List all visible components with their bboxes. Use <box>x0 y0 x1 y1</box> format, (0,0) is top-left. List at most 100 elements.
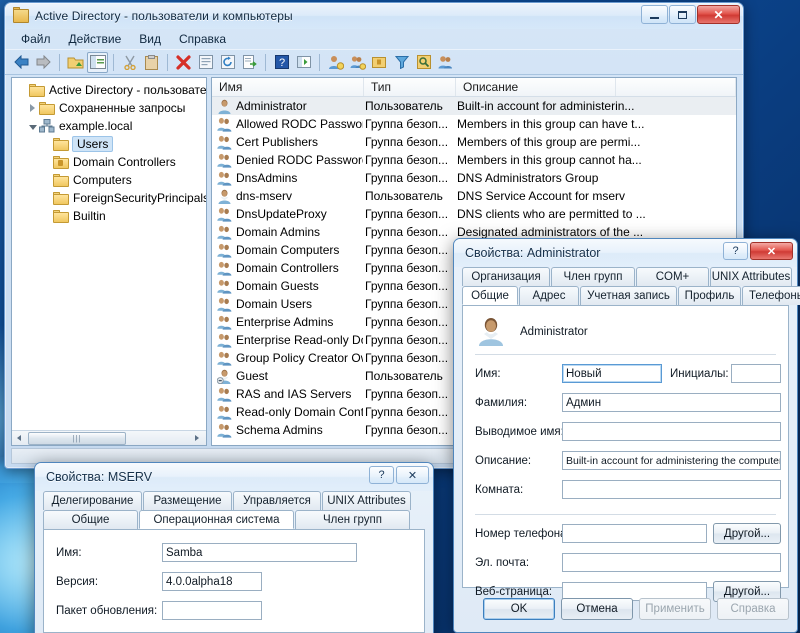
delete-icon[interactable] <box>173 52 194 73</box>
group-icon <box>217 405 232 420</box>
table-row[interactable]: Administrator Пользователь Built-in accoun… <box>212 97 736 115</box>
tree-item-foreignsecurityprincipals[interactable]: ForeignSecurityPrincipals <box>12 189 206 207</box>
tree-item-domain-controllers[interactable]: Domain Controllers <box>12 153 206 171</box>
tab-address[interactable]: Адрес <box>519 286 579 305</box>
show-hide-tree-icon[interactable] <box>87 51 108 73</box>
close-button[interactable]: ✕ <box>697 5 740 24</box>
table-row[interactable]: dns-mserv Пользователь DNS Service Account… <box>212 187 736 205</box>
tree-item-example-local[interactable]: example.local <box>12 117 206 135</box>
help-icon[interactable]: ? <box>271 52 292 73</box>
new-user-icon[interactable] <box>325 52 346 73</box>
tree-horizontal-scrollbar[interactable]: ||| <box>12 430 206 445</box>
tab-delegation[interactable]: Делегирование <box>43 491 142 510</box>
tab-operating-system[interactable]: Операционная система <box>139 510 294 529</box>
tab-location[interactable]: Размещение <box>143 491 232 510</box>
filter-icon[interactable] <box>391 52 412 73</box>
export-list-icon[interactable] <box>239 52 260 73</box>
office-input[interactable] <box>562 480 781 499</box>
column-header-name[interactable]: Имя <box>212 78 364 96</box>
group-icon <box>217 279 232 294</box>
cell-description: DNS clients who are permitted to ... <box>457 207 646 221</box>
paste-icon[interactable] <box>141 52 162 73</box>
group-icon <box>217 153 232 168</box>
scroll-left-icon[interactable] <box>12 432 26 445</box>
tab-managed-by[interactable]: Управляется <box>233 491 321 510</box>
menu-view[interactable]: Вид <box>130 30 170 48</box>
tab-profile[interactable]: Профиль <box>678 286 741 305</box>
dialog-close-button[interactable]: ✕ <box>750 242 793 260</box>
apply-button[interactable]: Применить <box>639 598 711 620</box>
properties-icon[interactable] <box>195 52 216 73</box>
tree-item-computers[interactable]: Computers <box>12 171 206 189</box>
os-name-input[interactable]: Samba <box>162 543 357 562</box>
chevron-down-icon[interactable] <box>26 123 39 130</box>
tab-general[interactable]: Общие <box>462 286 518 305</box>
account-display-name: Administrator <box>520 326 588 338</box>
up-folder-icon[interactable] <box>65 52 86 73</box>
window-folder-icon <box>13 7 29 23</box>
console-icon[interactable] <box>293 52 314 73</box>
initials-input[interactable] <box>731 364 781 383</box>
menu-help[interactable]: Справка <box>170 30 235 48</box>
tree-item-builtin[interactable]: Builtin <box>12 207 206 225</box>
tree-pane: Active Directory - пользователи и комп С… <box>11 77 207 446</box>
minimize-button[interactable] <box>641 5 668 24</box>
email-input[interactable] <box>562 553 781 572</box>
tab-unix-attributes[interactable]: UNIX Attributes <box>710 267 792 286</box>
column-header-type[interactable]: Тип <box>364 78 456 96</box>
help-button-bottom[interactable]: Справка <box>717 598 789 620</box>
tree-item-saved-queries[interactable]: Сохраненные запросы <box>12 99 206 117</box>
tab-organization[interactable]: Организация <box>462 267 550 286</box>
tab-phones[interactable]: Телефоны <box>742 286 800 305</box>
tab-member-of[interactable]: Член групп <box>551 267 635 286</box>
back-icon[interactable] <box>11 52 32 73</box>
menu-bar: Файл Действие Вид Справка <box>5 29 743 50</box>
label-office: Комната: <box>475 484 524 496</box>
tab-member-of-mserv[interactable]: Член групп <box>295 510 410 529</box>
help-button[interactable]: ? <box>723 242 748 260</box>
scroll-right-icon[interactable] <box>190 432 204 445</box>
mserv-tab-strip-row2: Общие Операционная система Член групп <box>43 510 411 529</box>
tree-item-users[interactable]: Users <box>12 135 206 153</box>
menu-action[interactable]: Действие <box>60 30 131 48</box>
first-name-input[interactable]: Новый <box>562 364 662 383</box>
cell-type: Группа безоп... <box>365 225 449 239</box>
tab-unix-attributes-mserv[interactable]: UNIX Attributes <box>322 491 411 510</box>
chevron-right-icon[interactable] <box>26 104 39 112</box>
mserv-help-button[interactable]: ? <box>369 466 394 484</box>
forward-icon[interactable] <box>33 52 54 73</box>
label-email: Эл. почта: <box>475 557 530 569</box>
tab-account[interactable]: Учетная запись <box>580 286 677 305</box>
maximize-button[interactable] <box>669 5 696 24</box>
display-name-input[interactable] <box>562 422 781 441</box>
phone-number-input[interactable] <box>562 524 707 543</box>
add-member-icon[interactable] <box>435 52 456 73</box>
last-name-input[interactable]: Админ <box>562 393 781 412</box>
new-group-icon[interactable] <box>347 52 368 73</box>
mserv-close-button[interactable]: ✕ <box>396 466 429 484</box>
table-row[interactable]: Cert Publishers Группа безоп... Members of… <box>212 133 736 151</box>
refresh-icon[interactable] <box>217 52 238 73</box>
column-header-description[interactable]: Описание <box>456 78 616 96</box>
new-ou-icon[interactable] <box>369 52 390 73</box>
group-icon <box>217 261 232 276</box>
column-header-empty[interactable] <box>616 78 736 96</box>
dialog-window-controls: ? ✕ <box>723 242 793 260</box>
tab-complus[interactable]: COM+ <box>636 267 709 286</box>
table-row[interactable]: DnsAdmins Группа безоп... DNS Administrato… <box>212 169 736 187</box>
scrollbar-thumb[interactable]: ||| <box>28 432 126 445</box>
find-icon[interactable] <box>413 52 434 73</box>
service-pack-input[interactable] <box>162 601 262 620</box>
os-version-input[interactable]: 4.0.0alpha18 <box>162 572 262 591</box>
ok-button[interactable]: OK <box>483 598 555 620</box>
description-input[interactable]: Built-in account for administering the c… <box>562 451 781 470</box>
table-row[interactable]: Allowed RODC Password ...Группа безоп...… <box>212 115 736 133</box>
tree-item-root[interactable]: Active Directory - пользователи и комп <box>12 81 206 99</box>
table-row[interactable]: DnsUpdateProxy Группа безоп... DNS clients… <box>212 205 736 223</box>
phone-other-button[interactable]: Другой... <box>713 523 781 544</box>
table-row[interactable]: Denied RODC Password R...Группа безоп...… <box>212 151 736 169</box>
menu-file[interactable]: Файл <box>12 30 60 48</box>
cut-icon[interactable] <box>119 52 140 73</box>
cancel-button[interactable]: Отмена <box>561 598 633 620</box>
tab-general-mserv[interactable]: Общие <box>43 510 138 529</box>
